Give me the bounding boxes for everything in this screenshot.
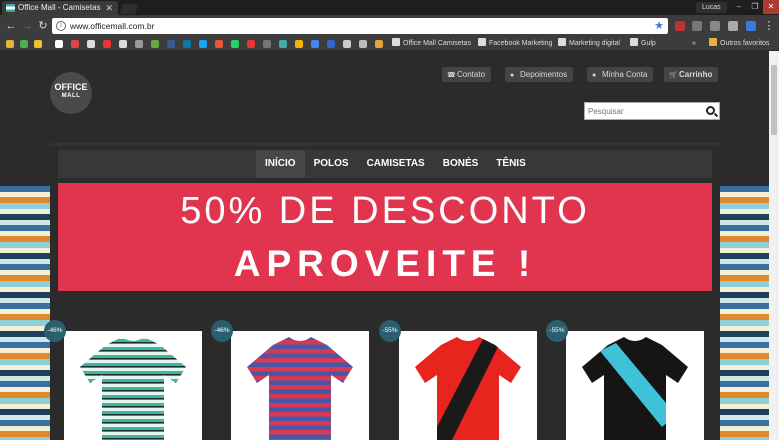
- product-card[interactable]: [399, 331, 537, 440]
- bookmark-icon[interactable]: [247, 40, 255, 48]
- url-text: www.officemall.com.br: [70, 21, 155, 31]
- nav-item-tenis[interactable]: TÊNIS: [487, 150, 534, 178]
- close-tab-icon[interactable]: ✕: [105, 1, 113, 15]
- bookmark-link[interactable]: Marketing digital: [558, 37, 620, 51]
- product-card[interactable]: [231, 331, 369, 440]
- reload-icon[interactable]: ↻: [36, 19, 50, 33]
- user-icon: ●: [592, 72, 597, 79]
- extension-icon[interactable]: [728, 21, 738, 31]
- folder-icon: [709, 38, 717, 46]
- bookmark-link[interactable]: Facebook Marketing: [478, 37, 552, 51]
- new-tab-button[interactable]: [119, 4, 139, 14]
- bookmark-icon[interactable]: [151, 40, 159, 48]
- whatsapp-icon[interactable]: [231, 40, 239, 48]
- gmail-icon[interactable]: [71, 40, 79, 48]
- bookmark-icon[interactable]: [87, 40, 95, 48]
- chat-icon: ●: [510, 72, 515, 79]
- discount-badge: -46%: [211, 320, 233, 342]
- product-card[interactable]: [64, 331, 202, 440]
- analytics-icon[interactable]: [295, 40, 303, 48]
- minimize-icon[interactable]: –: [731, 0, 747, 14]
- linkedin-icon[interactable]: [183, 40, 191, 48]
- nav-item-inicio[interactable]: INÍCIO: [256, 150, 305, 178]
- main-nav: INÍCIO POLOS CAMISETAS BONÉS TÊNIS: [58, 150, 712, 178]
- info-icon[interactable]: i: [56, 21, 66, 31]
- page-scrollbar[interactable]: [769, 51, 779, 440]
- extension-icon[interactable]: [692, 21, 702, 31]
- banner-headline: 50% DE DESCONTO: [180, 190, 590, 232]
- discount-badge: -55%: [379, 320, 401, 342]
- nav-item-bones[interactable]: BONÉS: [434, 150, 488, 178]
- scrollbar-thumb[interactable]: [771, 65, 777, 135]
- search-icon[interactable]: [706, 106, 715, 115]
- google-icon[interactable]: [55, 40, 63, 48]
- bookmark-icon[interactable]: [311, 40, 319, 48]
- black-turquoise-sash-tshirt-image: [582, 337, 688, 440]
- testimonials-link[interactable]: ● Depoimentos: [505, 67, 574, 82]
- nav-item-polos[interactable]: POLOS: [305, 150, 358, 178]
- cart-link[interactable]: 🛒Carrinho: [664, 67, 719, 82]
- address-bar[interactable]: i www.officemall.com.br ★: [52, 18, 668, 34]
- product-card[interactable]: [566, 331, 704, 440]
- bookmark-icon[interactable]: [6, 40, 14, 48]
- bookmark-link[interactable]: Gulp: [630, 37, 656, 51]
- bookmark-icon[interactable]: [135, 40, 143, 48]
- nav-item-camisetas[interactable]: CAMISETAS: [358, 150, 434, 178]
- bookmark-icon[interactable]: [215, 40, 223, 48]
- profile-button[interactable]: Lucas: [696, 2, 727, 13]
- bookmark-icon[interactable]: [327, 40, 335, 48]
- tab-title: Office Mall - Camisetas: [18, 3, 101, 12]
- close-icon[interactable]: ✕: [763, 0, 779, 14]
- bookmark-icon: [392, 38, 400, 46]
- bookmarks-bar: Office Mall Camisetas Facebook Marketing…: [0, 37, 779, 51]
- discount-badge: -55%: [546, 320, 568, 342]
- browser-titlebar: Office Mall - Camisetas ✕ Lucas – ❐ ✕: [0, 0, 779, 15]
- red-blue-striped-tshirt-image: [247, 337, 353, 440]
- bookmark-icon[interactable]: [119, 40, 127, 48]
- bookmark-icon[interactable]: [263, 40, 271, 48]
- right-decorative-stripes: [720, 186, 769, 440]
- page-viewport: OFFICE MALL ☎Contato ● Depoimentos ● Minha…: [0, 51, 769, 440]
- green-striped-tshirt-image: [80, 337, 186, 440]
- bookmark-icon[interactable]: [375, 40, 383, 48]
- twitter-icon[interactable]: [199, 40, 207, 48]
- other-bookmarks-folder[interactable]: Outros favoritos: [709, 37, 769, 51]
- back-icon[interactable]: ←: [4, 19, 18, 33]
- forward-icon[interactable]: →: [20, 19, 34, 33]
- browser-toolbar: ← → ↻ i www.officemall.com.br ★ ⋮: [0, 15, 779, 37]
- banner-cta-text: APROVEITE !: [233, 243, 537, 284]
- maximize-icon[interactable]: ❐: [747, 0, 763, 14]
- extension-icon[interactable]: [675, 21, 685, 31]
- extension-icon[interactable]: [746, 21, 756, 31]
- site-logo[interactable]: OFFICE MALL: [50, 72, 92, 114]
- bookmark-link[interactable]: Office Mall Camisetas: [392, 37, 471, 51]
- contact-link[interactable]: ☎Contato: [442, 67, 492, 82]
- facebook-icon[interactable]: [167, 40, 175, 48]
- menu-icon[interactable]: ⋮: [762, 19, 776, 33]
- bookmark-icon: [630, 38, 638, 46]
- search-box: [584, 102, 720, 120]
- bookmark-icon: [558, 38, 566, 46]
- search-input[interactable]: [585, 103, 703, 119]
- bookmark-star-icon[interactable]: ★: [654, 19, 664, 33]
- cart-icon: 🛒: [669, 72, 678, 79]
- phone-icon: ☎: [447, 72, 456, 79]
- youtube-icon[interactable]: [103, 40, 111, 48]
- my-account-link[interactable]: ● Minha Conta: [587, 67, 654, 82]
- bookmarks-overflow-button[interactable]: »: [692, 37, 696, 51]
- discount-badge: -46%: [44, 320, 66, 342]
- site-favicon-icon: [6, 4, 15, 12]
- bookmark-icon[interactable]: [279, 40, 287, 48]
- promo-banner[interactable]: 50% DE DESCONTO APROVEITE !: [58, 183, 712, 291]
- browser-tab[interactable]: Office Mall - Camisetas ✕: [2, 1, 118, 15]
- left-decorative-stripes: [0, 186, 50, 440]
- bookmark-icon[interactable]: [343, 40, 351, 48]
- bookmark-icon[interactable]: [20, 40, 28, 48]
- main-content: INÍCIO POLOS CAMISETAS BONÉS TÊNIS 50% D…: [44, 143, 720, 440]
- bookmark-icon[interactable]: [359, 40, 367, 48]
- extension-icon[interactable]: [710, 21, 720, 31]
- bookmark-icon[interactable]: [34, 40, 42, 48]
- red-sash-tshirt-image: [415, 337, 521, 440]
- bookmark-icon: [478, 38, 486, 46]
